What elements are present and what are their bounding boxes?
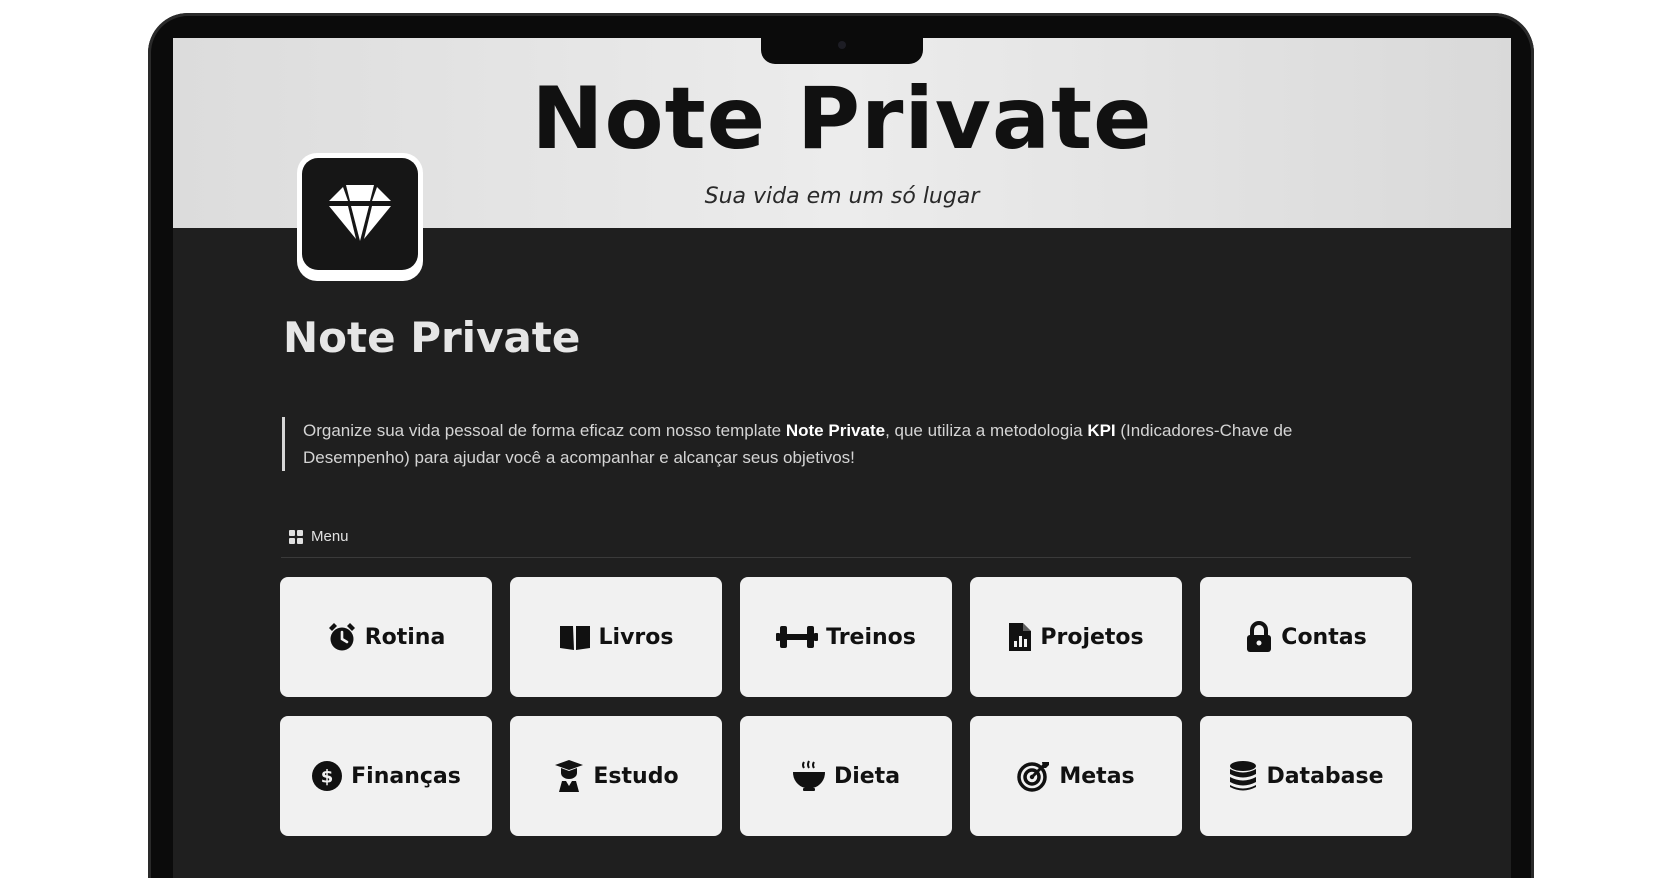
- bowl-icon: [792, 760, 826, 792]
- dumbbell-icon: [776, 624, 819, 650]
- alarm-clock-icon: [327, 621, 357, 653]
- menu-label: Menu: [311, 528, 349, 545]
- menu-card-label: Finanças: [351, 763, 461, 789]
- menu-card-database[interactable]: Database: [1200, 716, 1412, 836]
- description-bold-kpi: KPI: [1087, 421, 1116, 440]
- description-quote[interactable]: Organize sua vida pessoal de forma efica…: [282, 417, 1343, 471]
- menu-card-metas[interactable]: Metas: [970, 716, 1182, 836]
- chart-file-icon: [1008, 622, 1032, 652]
- menu-card-financas[interactable]: $ Finanças: [280, 716, 492, 836]
- description-text: Organize sua vida pessoal de forma efica…: [303, 421, 786, 440]
- camera-icon: [838, 41, 846, 49]
- menu-card-projetos[interactable]: Projetos: [970, 577, 1182, 697]
- notion-page[interactable]: Note Private Sua vida em um só lugar Not…: [173, 38, 1511, 878]
- menu-card-rotina[interactable]: Rotina: [280, 577, 492, 697]
- menu-card-label: Contas: [1281, 624, 1367, 650]
- target-icon: [1017, 760, 1051, 792]
- menu-card-label: Livros: [598, 624, 674, 650]
- menu-card-label: Rotina: [364, 624, 446, 650]
- menu-card-label: Estudo: [593, 763, 679, 789]
- stage: Note Private Sua vida em um só lugar Not…: [0, 0, 1677, 878]
- menu-card-dieta[interactable]: Dieta: [740, 716, 952, 836]
- menu-card-treinos[interactable]: Treinos: [740, 577, 952, 697]
- menu-card-label: Metas: [1059, 763, 1135, 789]
- book-icon: [559, 623, 591, 651]
- menu-card-label: Treinos: [826, 624, 916, 650]
- graduate-icon: [553, 759, 585, 793]
- menu-card-contas[interactable]: Contas: [1200, 577, 1412, 697]
- lock-icon: [1245, 621, 1273, 653]
- menu-gallery: Rotina Livros Treinos Projetos Contas $ …: [280, 577, 1412, 836]
- page-icon[interactable]: [297, 153, 423, 281]
- menu-header[interactable]: Menu: [281, 528, 1411, 558]
- diamond-icon: [302, 158, 418, 270]
- description-bold-template: Note Private: [785, 421, 886, 440]
- menu-card-label: Dieta: [833, 763, 901, 789]
- menu-card-livros[interactable]: Livros: [510, 577, 722, 697]
- page-title[interactable]: Note Private: [283, 313, 580, 362]
- laptop-notch: [761, 38, 923, 64]
- cover-title: Note Private: [531, 69, 1153, 169]
- database-icon: [1228, 760, 1258, 792]
- description-text: , que utiliza a metodologia: [885, 421, 1088, 440]
- menu-card-label: Projetos: [1040, 624, 1144, 650]
- dollar-coin-icon: $: [311, 760, 343, 792]
- svg-text:$: $: [321, 767, 334, 788]
- grid-icon: [289, 530, 303, 544]
- menu-card-label: Database: [1266, 763, 1384, 789]
- menu-card-estudo[interactable]: Estudo: [510, 716, 722, 836]
